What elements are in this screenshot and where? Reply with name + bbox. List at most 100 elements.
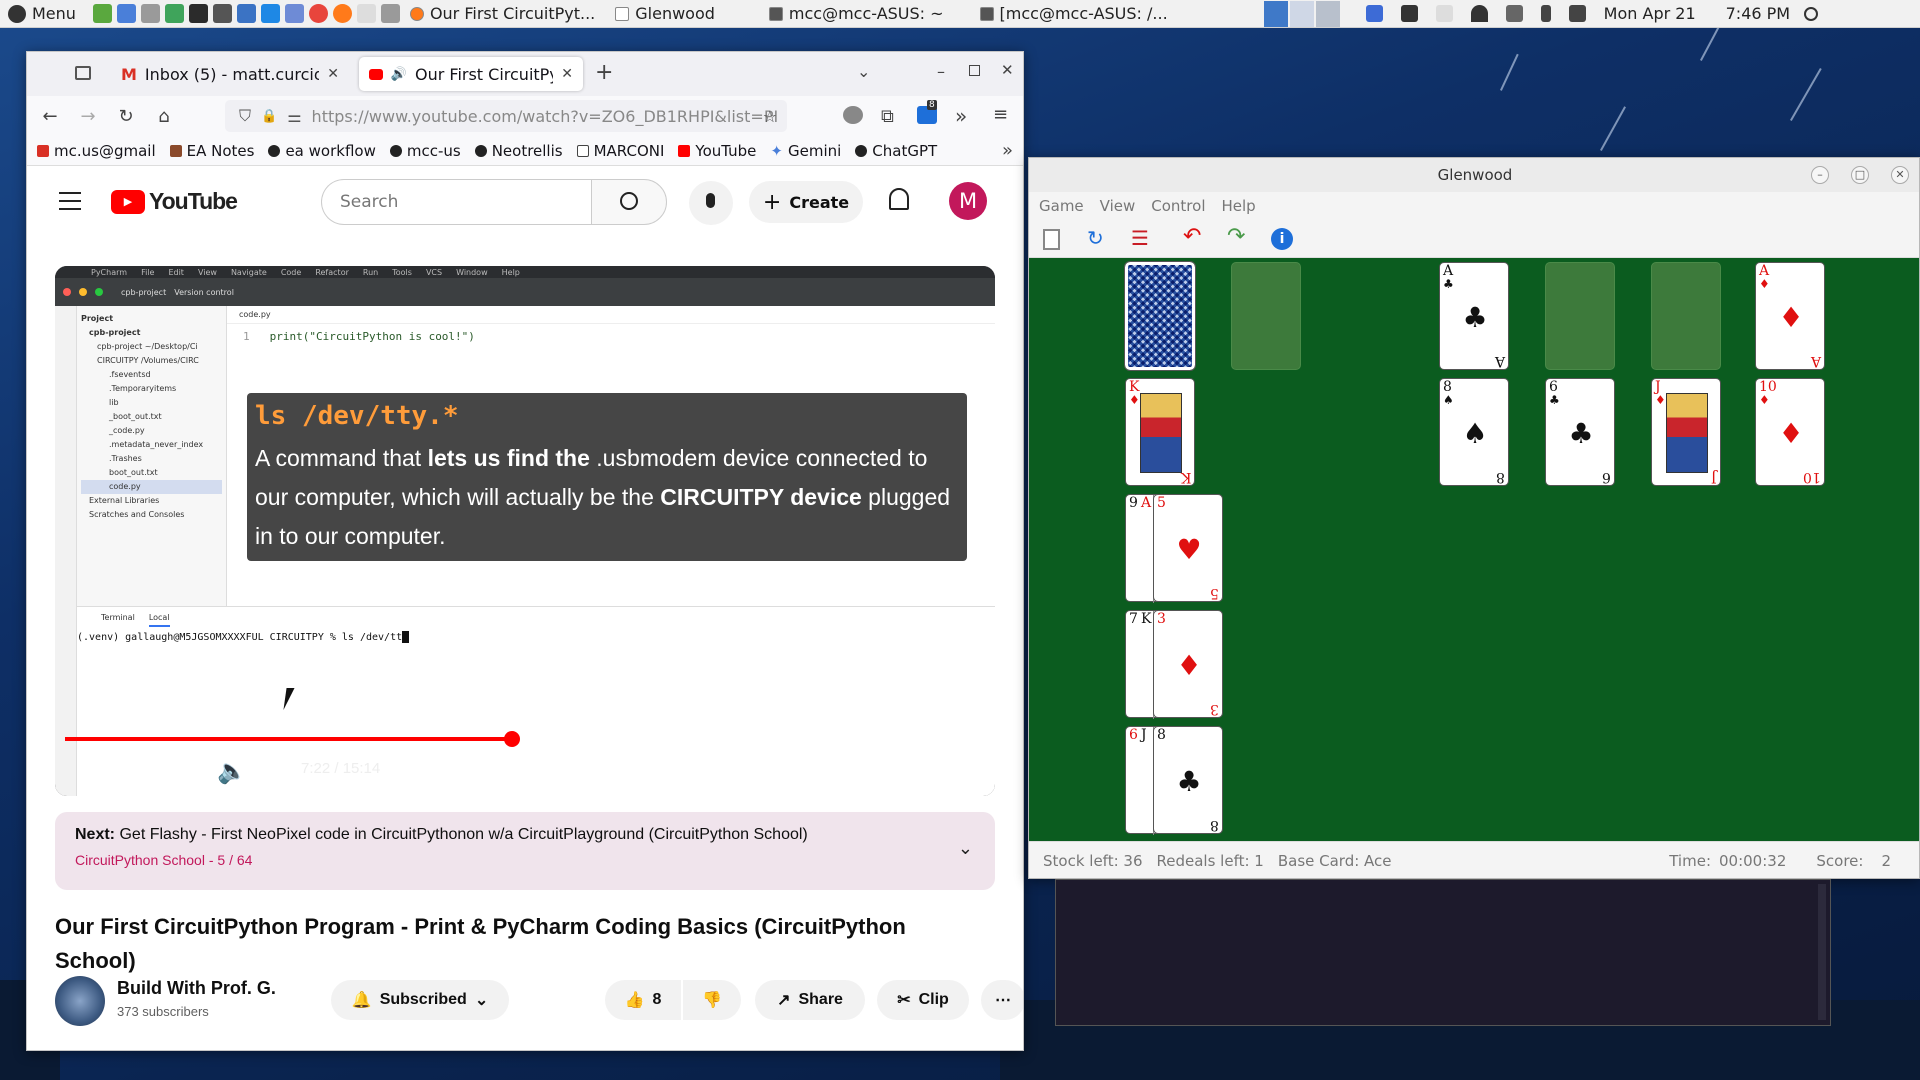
close-icon[interactable]: ✕ — [561, 66, 573, 82]
close-window-button[interactable]: ✕ — [1001, 61, 1014, 79]
tab-gmail[interactable]: M Inbox (5) - matt.curcio.u ✕ — [111, 57, 349, 91]
home-icon[interactable]: ⌂ — [149, 106, 179, 127]
fonts-icon[interactable] — [356, 4, 376, 23]
more-actions-button[interactable]: ⋯ — [981, 980, 1023, 1020]
lock-icon[interactable] — [140, 4, 160, 23]
undo-icon[interactable]: ↶ — [1183, 224, 1201, 249]
chevron-down-icon[interactable]: ⌄ — [958, 838, 973, 859]
volume-button[interactable]: 🔈 — [217, 753, 247, 789]
stock-pile[interactable] — [1124, 261, 1196, 371]
power-icon[interactable] — [1804, 6, 1819, 21]
reserve-top-card[interactable]: 5 ♥ 5 — [1153, 494, 1223, 602]
hamburger-menu-icon[interactable]: ≡ — [993, 104, 1008, 125]
create-button[interactable]: + Create — [749, 181, 863, 223]
theater-button[interactable] — [729, 753, 757, 789]
foundation-slot[interactable] — [1651, 262, 1721, 370]
next-button[interactable]: ⏭ — [171, 753, 193, 789]
tableau-card[interactable]: 10 ♦ ♦ 10 — [1755, 378, 1825, 486]
panel-date[interactable]: Mon Apr 21 — [1604, 4, 1696, 23]
dislike-button[interactable]: 👎 — [683, 980, 741, 1020]
scrollbar[interactable] — [1818, 884, 1826, 1020]
vscode-icon[interactable] — [260, 4, 280, 23]
subscribed-button[interactable]: 🔔 Subscribed ⌄ — [331, 980, 509, 1020]
bookmark-item[interactable]: EA Notes — [169, 142, 254, 160]
progress-scrubber[interactable] — [503, 731, 520, 747]
terminal-window[interactable] — [1055, 879, 1831, 1026]
workspace-icon[interactable] — [116, 4, 136, 23]
speaker-icon[interactable]: 🔊 — [391, 67, 407, 82]
redo-icon[interactable]: ↷ — [1227, 224, 1245, 249]
bookmark-star-icon[interactable]: ☆ — [763, 107, 777, 126]
foundation-card[interactable]: A ♣ ♣ A — [1439, 262, 1509, 370]
channel-name[interactable]: Build With Prof. G. — [117, 978, 276, 999]
bookmark-item[interactable]: YouTube — [678, 142, 756, 160]
restart-icon[interactable]: ↻ — [1087, 226, 1104, 250]
maximize-button[interactable] — [969, 65, 980, 76]
reserve-top-card[interactable]: 3 ♦ 3 — [1153, 610, 1223, 718]
reserve-card[interactable]: K ♦ K — [1125, 378, 1195, 486]
fullscreen-button[interactable]: ⛶ — [779, 753, 796, 789]
bookmarks-overflow-icon[interactable]: » — [1002, 140, 1013, 161]
tableau-card[interactable]: J ♦ J — [1651, 378, 1721, 486]
back-icon[interactable]: ← — [35, 106, 65, 127]
game-board[interactable]: A ♣ ♣ A A ♦ ♦ A K ♦ K 8 ♠ ♠ 8 6 ♣ ♣ 6 J … — [1029, 258, 1919, 841]
bookmark-item[interactable]: mc.us@gmail — [37, 142, 156, 160]
tableau-card[interactable]: 8 ♠ ♠ 8 — [1439, 378, 1509, 486]
settings-button[interactable]: ⚙ — [637, 753, 659, 789]
progress-bar[interactable] — [65, 731, 985, 747]
play-button[interactable]: ▶ — [129, 753, 147, 789]
menu-game[interactable]: Game — [1039, 197, 1084, 215]
pocket-icon[interactable] — [843, 106, 863, 124]
search-input[interactable]: Search — [321, 179, 591, 225]
taskbar-item-glenwood[interactable]: Glenwood — [615, 4, 715, 23]
reload-icon[interactable]: ↻ — [111, 106, 141, 127]
taskbar-item-terminal-2[interactable]: [mcc@mcc-ASUS: /... — [979, 4, 1168, 23]
list-icon[interactable]: ☰ — [1131, 226, 1149, 250]
tab-youtube[interactable]: 🔊 Our First CircuitPyth ✕ — [359, 57, 583, 91]
close-icon[interactable]: ✕ — [327, 66, 339, 82]
video-player[interactable]: PyCharm File Edit View Navigate Code Refactor R… — [55, 266, 995, 796]
close-window-button[interactable]: ✕ — [1891, 166, 1909, 184]
like-button[interactable]: 👍 8 — [605, 980, 681, 1020]
firefox-launcher-icon[interactable] — [332, 4, 352, 23]
dropbox-icon[interactable] — [1400, 5, 1418, 22]
files-icon[interactable] — [284, 4, 304, 23]
url-bar[interactable]: ⛉ 🔒 ⚌ https://www.youtube.com/watch?v=ZO… — [225, 100, 787, 132]
bookmark-item[interactable]: MARCONI — [576, 142, 664, 160]
battery-icon[interactable] — [1540, 5, 1551, 22]
tab-list-icon[interactable] — [75, 66, 91, 80]
youtube-logo[interactable]: ▶ YouTube — [111, 188, 238, 215]
menu-icon[interactable] — [8, 4, 26, 23]
permissions-icon[interactable]: ⚌ — [287, 107, 301, 126]
bookmark-item[interactable]: ✦ Gemini — [770, 142, 841, 160]
editor-icon[interactable] — [236, 4, 256, 23]
menu-control[interactable]: Control — [1151, 197, 1205, 215]
hamburger-icon[interactable] — [59, 192, 81, 210]
overflow-chevron-icon[interactable]: » — [955, 104, 967, 128]
up-next-panel[interactable]: Next: Get Flashy - First NeoPixel code i… — [55, 812, 995, 890]
previous-button[interactable]: ⏮ — [85, 753, 107, 789]
taskbar-item-terminal-1[interactable]: mcc@mcc-ASUS: ~ — [768, 4, 944, 23]
accessibility-icon[interactable] — [1365, 5, 1383, 22]
info-icon[interactable]: i — [1271, 228, 1293, 250]
extensions-icon[interactable]: ⧉ — [881, 106, 894, 127]
account-avatar[interactable]: M — [949, 182, 987, 220]
channel-avatar[interactable] — [55, 976, 105, 1026]
notes-icon[interactable] — [212, 4, 232, 23]
minimize-button[interactable]: – — [937, 62, 945, 81]
bookmark-item[interactable]: ChatGPT — [855, 142, 937, 160]
menu-help[interactable]: Help — [1222, 197, 1256, 215]
url-text[interactable]: https://www.youtube.com/watch?v=ZO6_DB1R… — [312, 107, 779, 126]
share-button[interactable]: ↗ Share — [755, 980, 865, 1020]
captions-button[interactable]: CC — [589, 753, 617, 789]
app-launcher-icon[interactable] — [92, 4, 112, 23]
foundation-slot[interactable] — [1545, 262, 1615, 370]
reserve-top-card[interactable]: 8 ♣ 8 — [1153, 726, 1223, 834]
clip-button[interactable]: ✂ Clip — [877, 980, 969, 1020]
lock-icon[interactable]: 🔒 — [261, 109, 277, 124]
shield-icon[interactable]: ⛉ — [239, 106, 251, 126]
new-game-icon[interactable] — [1043, 229, 1060, 250]
minimize-button[interactable]: – — [1811, 166, 1829, 184]
chrome-icon[interactable] — [308, 4, 328, 23]
taskbar-item-youtube[interactable]: Our First CircuitPyt... — [409, 4, 595, 23]
